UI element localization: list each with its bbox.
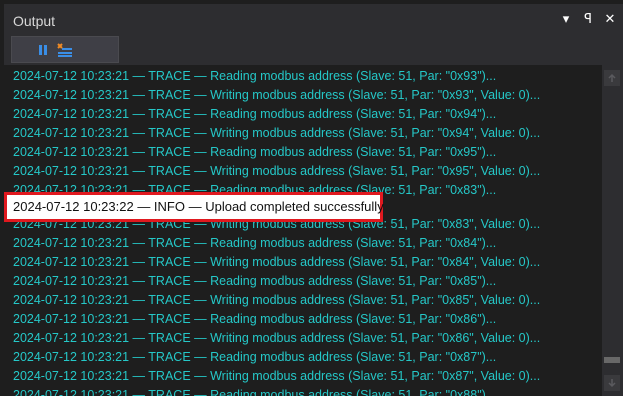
scroll-up-arrow-icon[interactable] bbox=[604, 70, 620, 86]
close-icon[interactable]: ✕ bbox=[603, 11, 617, 27]
log-line: 2024-07-12 10:23:21 — TRACE — Writing mo… bbox=[13, 293, 541, 307]
vertical-scrollbar[interactable] bbox=[602, 65, 623, 396]
clear-output-icon bbox=[57, 43, 72, 57]
scroll-down-arrow-icon[interactable] bbox=[604, 375, 620, 391]
log-line: 2024-07-12 10:23:21 — TRACE — Reading mo… bbox=[13, 107, 497, 121]
panel-title: Output bbox=[13, 13, 56, 29]
scrollbar-thumb[interactable] bbox=[604, 357, 620, 363]
log-line: 2024-07-12 10:23:21 — TRACE — Reading mo… bbox=[13, 350, 497, 364]
output-log[interactable]: 2024-07-12 10:23:21 — TRACE — Reading mo… bbox=[4, 65, 600, 396]
log-line: 2024-07-12 10:23:21 — TRACE — Reading mo… bbox=[13, 236, 497, 250]
log-line: 2024-07-12 10:23:21 — TRACE — Writing mo… bbox=[13, 331, 541, 345]
log-line: 2024-07-12 10:23:21 — TRACE — Writing mo… bbox=[13, 255, 541, 269]
log-line: 2024-07-12 10:23:21 — TRACE — Reading mo… bbox=[13, 388, 497, 396]
log-line: 2024-07-12 10:23:21 — TRACE — Reading mo… bbox=[13, 69, 497, 83]
log-line: 2024-07-12 10:23:21 — TRACE — Reading mo… bbox=[13, 145, 497, 159]
dropdown-arrow-icon[interactable]: ▾ bbox=[559, 11, 573, 27]
log-line: 2024-07-12 10:23:21 — TRACE — Reading mo… bbox=[13, 274, 497, 288]
log-line: 2024-07-12 10:23:21 — TRACE — Writing mo… bbox=[13, 88, 541, 102]
pause-button[interactable] bbox=[32, 40, 54, 60]
highlighted-log-line: 2024-07-12 10:23:22 — INFO — Upload comp… bbox=[4, 192, 384, 222]
log-line: 2024-07-12 10:23:21 — TRACE — Writing mo… bbox=[13, 164, 541, 178]
output-title-bar: Output ▾ ꟼ ✕ bbox=[4, 4, 623, 34]
log-line: 2024-07-12 10:23:21 — TRACE — Reading mo… bbox=[13, 312, 497, 326]
log-line: 2024-07-12 10:23:21 — TRACE — Writing mo… bbox=[13, 126, 541, 140]
output-panel: Output ▾ ꟼ ✕ 2024-07-12 10:23:21 — TRACE… bbox=[0, 0, 623, 403]
title-controls: ▾ ꟼ ✕ bbox=[559, 8, 617, 30]
bottom-strip bbox=[0, 396, 623, 403]
pin-icon[interactable]: ꟼ bbox=[581, 11, 595, 27]
clear-output-button[interactable] bbox=[54, 40, 76, 60]
toolbar-button-group bbox=[11, 36, 119, 63]
output-toolbar bbox=[4, 34, 623, 65]
pause-icon bbox=[39, 45, 47, 55]
log-line: 2024-07-12 10:23:21 — TRACE — Writing mo… bbox=[13, 369, 541, 383]
